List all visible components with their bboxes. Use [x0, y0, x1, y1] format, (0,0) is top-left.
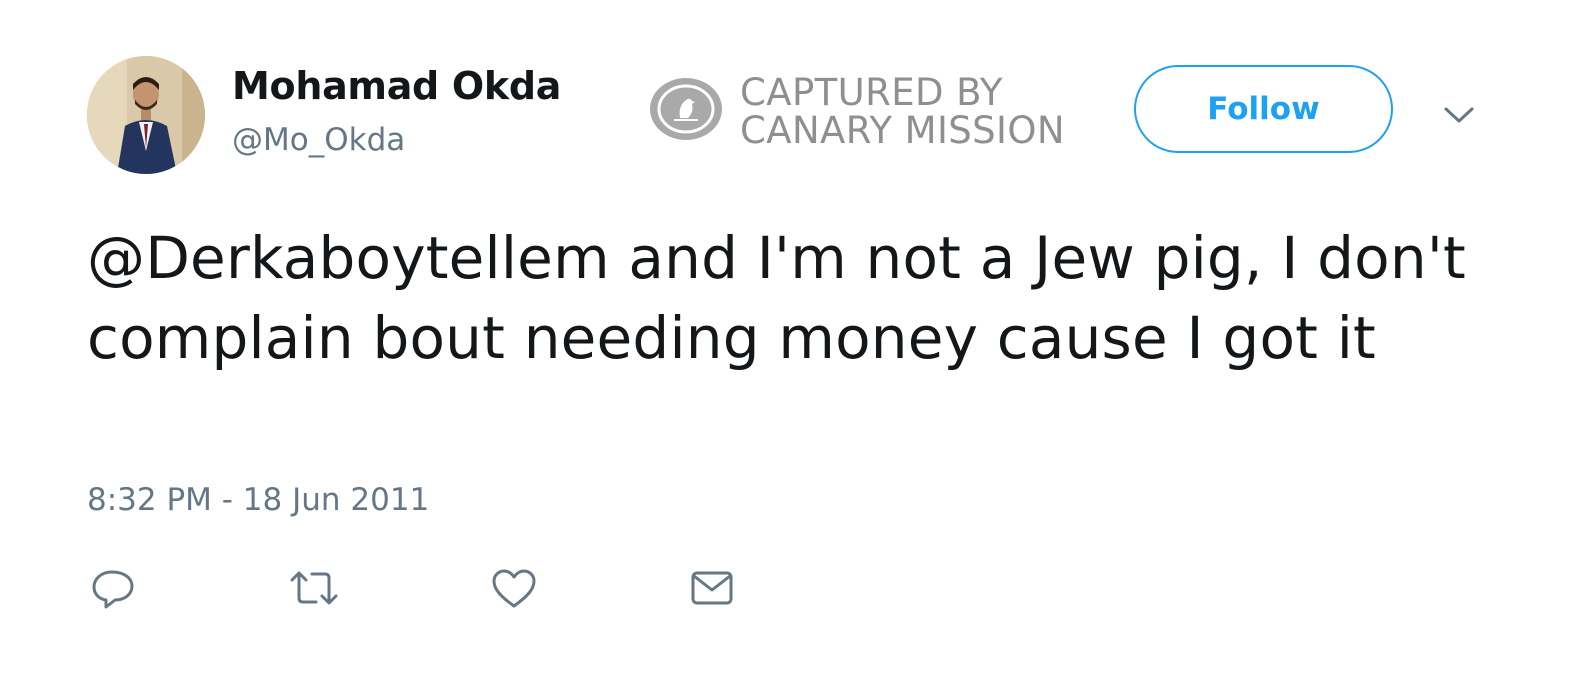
reply-icon[interactable] — [90, 566, 138, 610]
watermark-line-2: CANARY MISSION — [740, 109, 1065, 152]
tweet-card: Mohamad Okda @Mo_Okda CAPTURED BY CANARY… — [0, 0, 1577, 677]
display-name[interactable]: Mohamad Okda — [232, 64, 561, 108]
chevron-down-icon[interactable] — [1440, 102, 1478, 128]
follow-button[interactable]: Follow — [1134, 65, 1393, 153]
tweet-text: @Derkaboytellem and I'm not a Jew pig, I… — [87, 224, 1466, 372]
like-icon[interactable] — [490, 566, 538, 610]
retweet-icon[interactable] — [288, 566, 338, 610]
direct-message-icon[interactable] — [688, 566, 736, 610]
canary-bird-logo-icon — [650, 78, 722, 140]
user-handle[interactable]: @Mo_Okda — [232, 122, 405, 158]
avatar[interactable] — [87, 56, 205, 174]
tweet-timestamp[interactable]: 8:32 PM - 18 Jun 2011 — [87, 482, 429, 518]
watermark-line-1: CAPTURED BY — [740, 71, 1003, 114]
canary-mission-watermark: CAPTURED BY CANARY MISSION — [650, 72, 1120, 152]
